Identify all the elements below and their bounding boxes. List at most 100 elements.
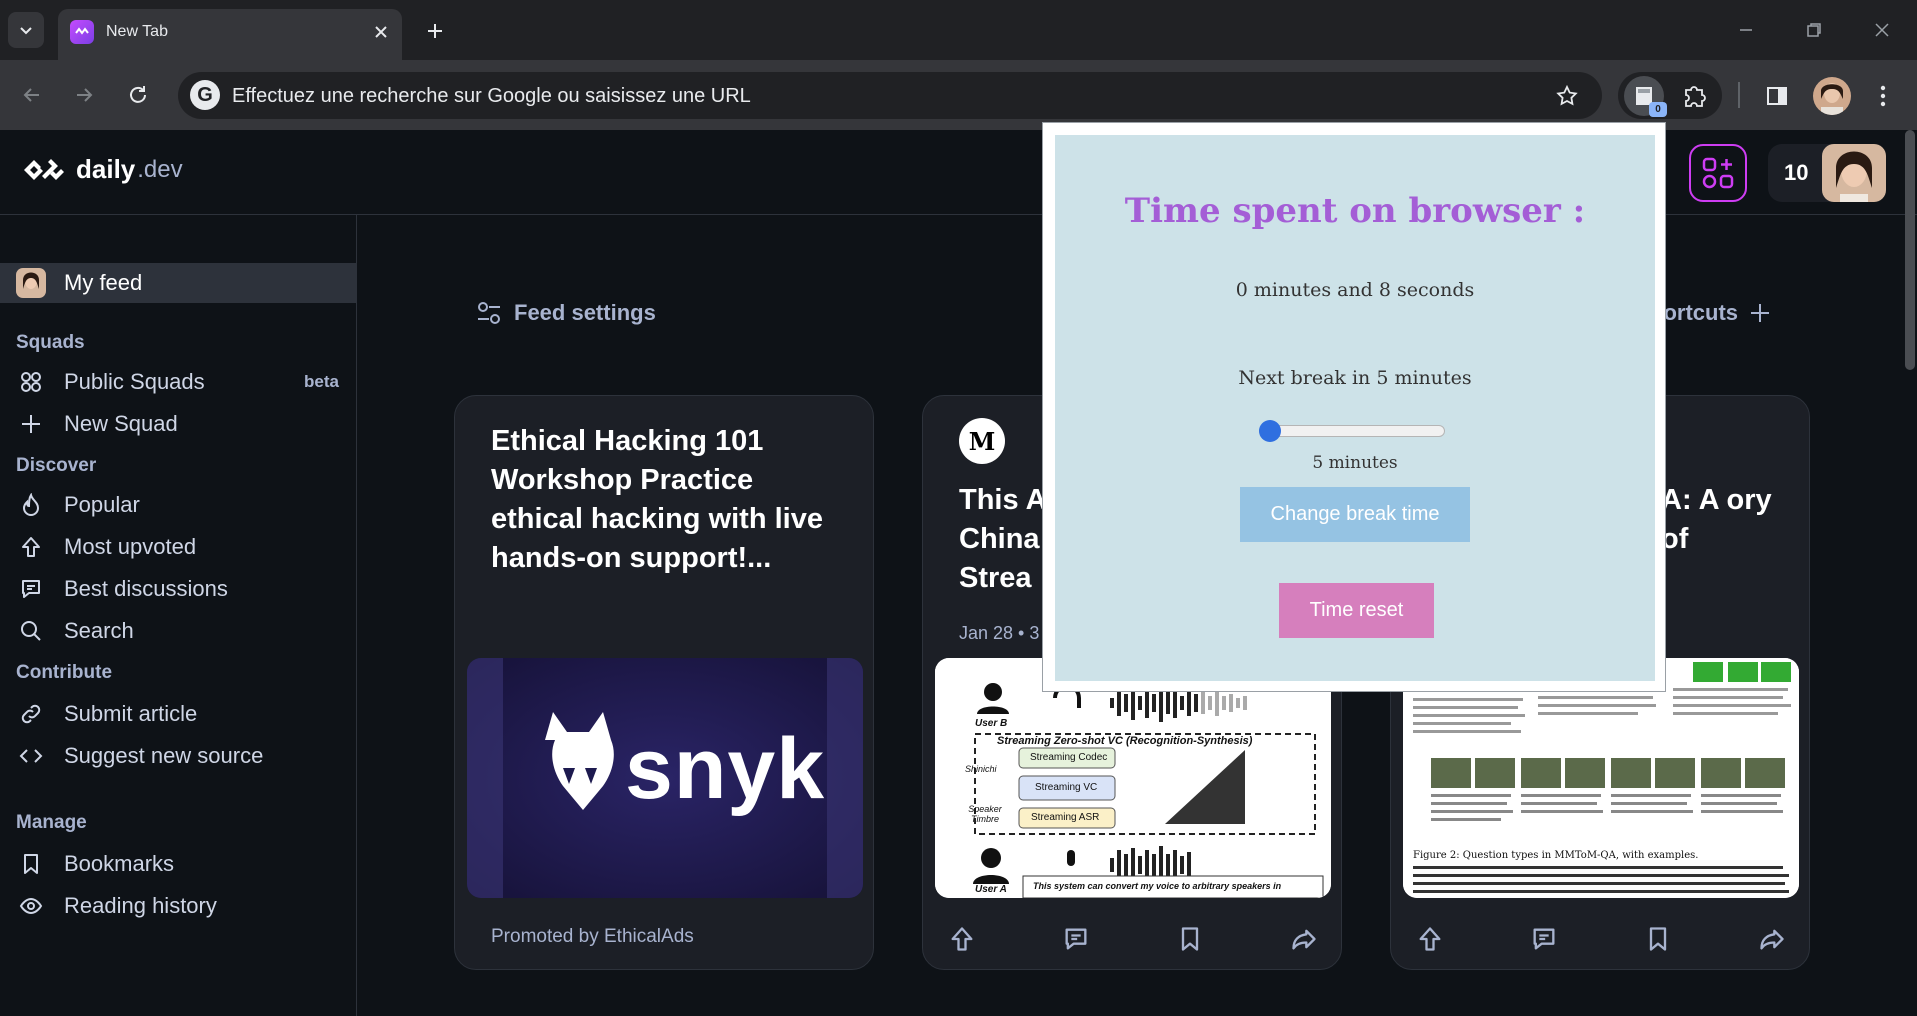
extension-popup: Time spent on browser : 0 minutes and 8 … <box>1042 122 1666 692</box>
sidebar-item-bookmarks[interactable]: Bookmarks <box>0 844 357 884</box>
card-actions <box>1391 914 1809 964</box>
bookmark-button[interactable] <box>1169 918 1211 960</box>
shortcuts-button[interactable]: hortcuts <box>1650 300 1772 326</box>
sidebar-item-label: Popular <box>64 492 140 517</box>
figure-caption: Figure 2: Question types in MMToM-QA, wi… <box>1413 850 1699 861</box>
bookmark-icon <box>1181 927 1199 951</box>
sidebar-item-public-squads[interactable]: Public Squads beta <box>0 362 357 402</box>
figure-caption: Streaming Zero-shot VC (Recognition-Synt… <box>997 735 1253 747</box>
figure-label: Streaming ASR <box>1031 812 1100 823</box>
browser-menu-button[interactable] <box>1868 77 1898 115</box>
chevron-down-icon <box>20 27 32 35</box>
comment-button[interactable] <box>1055 918 1097 960</box>
card-title: A: A ory of <box>1661 484 1772 555</box>
sidebar-item-label: Public Squads <box>64 369 205 394</box>
share-icon <box>1292 929 1316 950</box>
card-title: Ethical Hacking 101 Workshop Practice et… <box>491 425 823 574</box>
side-panel-icon <box>1767 87 1787 105</box>
timer-extension-button[interactable]: 0 <box>1624 76 1667 117</box>
feed-settings-button[interactable]: Feed settings <box>476 300 656 326</box>
popup-content: Time spent on browser : 0 minutes and 8 … <box>1055 135 1655 681</box>
browser-toolbar: G Effectuez une recherche sur Google ou … <box>0 60 1917 130</box>
change-break-time-button[interactable]: Change break time <box>1240 487 1470 542</box>
break-time-slider[interactable] <box>1259 425 1445 437</box>
tab-strip: New Tab <box>0 0 1917 60</box>
link-icon <box>16 699 46 729</box>
minimize-button[interactable] <box>1726 12 1766 48</box>
user-avatar-small <box>16 268 46 298</box>
slider-value-label: 5 minutes <box>1312 453 1398 473</box>
card-title: This A China Strea <box>959 484 1046 594</box>
reload-button[interactable] <box>118 75 158 115</box>
sidebar-item-suggest-source[interactable]: Suggest new source <box>0 736 357 776</box>
sidebar-heading-discover: Discover <box>16 455 97 476</box>
more-vertical-icon <box>1880 85 1886 107</box>
sidebar-item-best-discussions[interactable]: Best discussions <box>0 569 357 609</box>
source-avatar[interactable]: M <box>959 418 1005 464</box>
card-image: Figure 2: Question types in MMToM-QA, wi… <box>1403 658 1799 898</box>
upvote-icon <box>951 927 973 951</box>
feed-settings-label: Feed settings <box>514 300 656 325</box>
card-actions <box>923 914 1341 964</box>
profile-avatar[interactable] <box>1813 77 1851 115</box>
close-icon <box>1875 23 1889 37</box>
bookmark-star-icon[interactable] <box>1552 81 1582 111</box>
figure-label: User B <box>975 718 1008 729</box>
upvote-icon <box>1419 927 1441 951</box>
profile-reputation-button[interactable]: 10 <box>1768 144 1886 202</box>
plus-icon <box>1751 304 1769 322</box>
extensions-button[interactable] <box>1676 78 1712 114</box>
squads-button[interactable] <box>1689 144 1747 202</box>
feed-card-promoted[interactable]: Ethical Hacking 101 Workshop Practice et… <box>454 395 874 970</box>
sidebar-item-new-squad[interactable]: New Squad <box>0 404 357 444</box>
figure-footer: This system can convert my voice to arbi… <box>1033 881 1282 891</box>
figure-label: User A <box>975 884 1007 895</box>
tab-search-button[interactable] <box>8 12 44 48</box>
share-button[interactable] <box>1283 918 1325 960</box>
toolbar-divider <box>1738 82 1740 108</box>
sidebar-item-most-upvoted[interactable]: Most upvoted <box>0 527 357 567</box>
user-avatar <box>1822 144 1886 202</box>
new-tab-button[interactable] <box>418 14 452 48</box>
close-window-button[interactable] <box>1862 12 1902 48</box>
sidebar-item-submit-article[interactable]: Submit article <box>0 694 357 734</box>
page-scrollbar[interactable] <box>1905 130 1915 370</box>
back-button[interactable] <box>12 75 52 115</box>
sidebar-item-reading-history[interactable]: Reading history <box>0 886 357 926</box>
daily-dev-logo[interactable]: daily .dev <box>20 154 183 185</box>
google-icon: G <box>190 80 220 110</box>
sidebar-item-search[interactable]: Search <box>0 611 357 651</box>
side-panel-button[interactable] <box>1758 77 1796 115</box>
restore-button[interactable] <box>1794 12 1834 48</box>
share-button[interactable] <box>1751 918 1793 960</box>
upvote-button[interactable] <box>941 918 983 960</box>
time-reset-button[interactable]: Time reset <box>1279 583 1434 638</box>
card-meta: Jan 28 • 3 <box>959 623 1040 643</box>
share-icon <box>1760 929 1784 950</box>
reload-icon <box>130 86 146 103</box>
break-time-slider-thumb[interactable] <box>1259 420 1281 442</box>
sidebar-item-label: Reading history <box>64 893 217 918</box>
settings-sliders-icon <box>478 302 500 324</box>
promoted-by-label: Promoted by EthicalAds <box>491 926 694 947</box>
forward-button[interactable] <box>64 75 104 115</box>
sidebar-item-label: Bookmarks <box>64 851 175 876</box>
tab-close-icon[interactable] <box>368 19 394 45</box>
sidebar-item-popular[interactable]: Popular <box>0 485 357 525</box>
sidebar-item-my-feed[interactable]: My feed <box>0 263 357 303</box>
minimize-icon <box>1740 29 1752 31</box>
logo-text: daily <box>76 154 136 184</box>
comment-button[interactable] <box>1523 918 1565 960</box>
daily-dev-favicon-icon <box>70 20 94 44</box>
bookmark-button[interactable] <box>1637 918 1679 960</box>
snyk-logo-text: snyk <box>625 721 826 817</box>
extensions-group: 0 <box>1618 72 1722 119</box>
sidebar-item-label: Most upvoted <box>64 534 197 559</box>
sidebar-heading-squads: Squads <box>16 332 85 353</box>
upvote-button[interactable] <box>1409 918 1451 960</box>
figure-label: Streaming Codec <box>1030 752 1108 763</box>
address-bar[interactable]: G Effectuez une recherche sur Google ou … <box>178 72 1602 119</box>
puzzle-icon <box>1685 86 1706 107</box>
daily-dev-logo-icon <box>24 158 64 180</box>
active-tab[interactable]: New Tab <box>58 9 402 60</box>
